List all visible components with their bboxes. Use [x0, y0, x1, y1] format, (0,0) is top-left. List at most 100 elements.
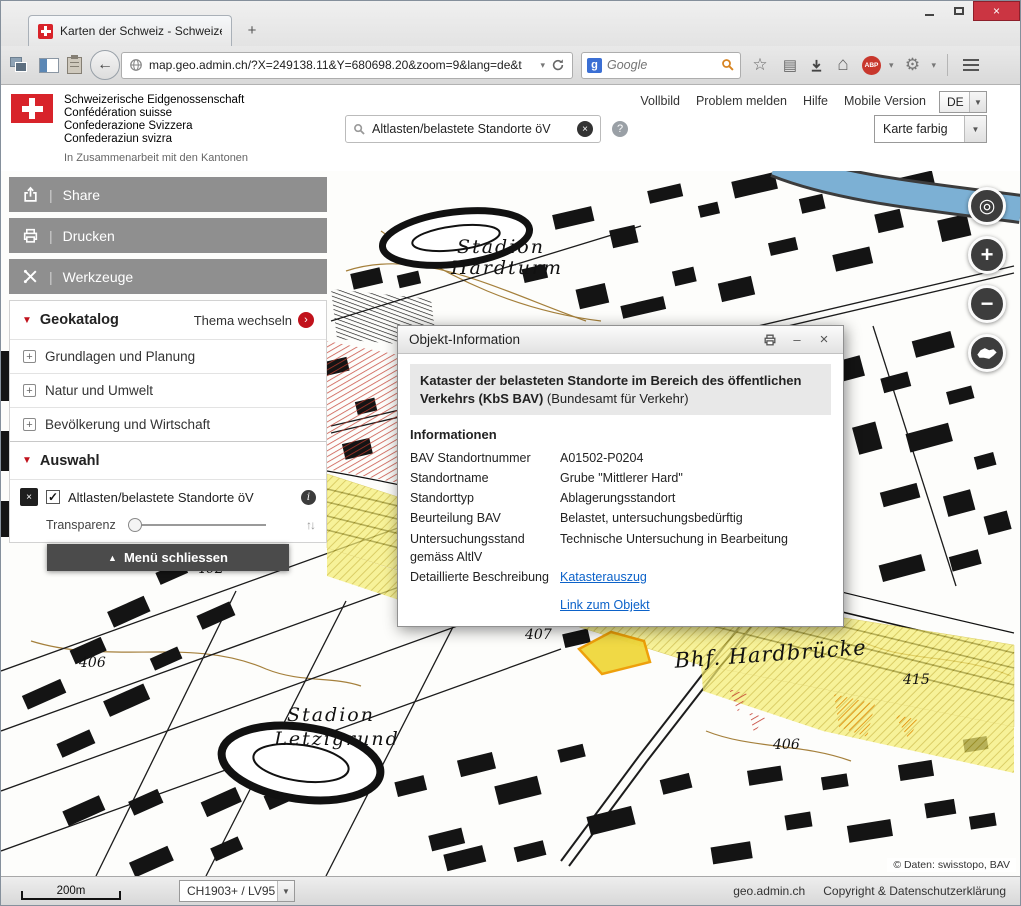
copyright-link[interactable]: Copyright & Datenschutzerklärung	[823, 884, 1006, 898]
map-search-input[interactable]	[372, 122, 571, 136]
remove-layer-icon[interactable]: ×	[20, 488, 38, 506]
help-icon[interactable]: ?	[612, 121, 628, 137]
chevron-down-icon[interactable]: ▼	[969, 92, 986, 112]
search-engine-icon[interactable]: g	[587, 58, 602, 73]
tab-title: Karten der Schweiz - Schweize...	[60, 24, 222, 38]
logo-line: Confédération suisse	[64, 107, 248, 120]
site-header: Schweizerische Eidgenossenschaft Confédé…	[1, 85, 1020, 171]
layer-checkbox[interactable]: ✓	[46, 490, 60, 504]
downloads-icon[interactable]	[809, 58, 824, 73]
map-label: Stadion	[457, 236, 545, 258]
print-button[interactable]: | Drucken	[9, 218, 327, 253]
object-info-popup: Objekt-Information – × Kataster der bela…	[397, 325, 844, 627]
close-button[interactable]: ×	[973, 1, 1020, 21]
new-tab-button[interactable]: +	[239, 19, 265, 41]
tools-button[interactable]: | Werkzeuge	[9, 259, 327, 294]
catalog-item-grundlagen[interactable]: + Grundlagen und Planung	[10, 339, 326, 373]
minimize-button[interactable]	[915, 1, 944, 21]
print-icon[interactable]	[762, 333, 778, 347]
switzerland-overview-button[interactable]	[968, 334, 1006, 372]
language-select[interactable]: DE ▼	[939, 91, 987, 113]
layer-info-icon[interactable]: i	[301, 490, 316, 505]
browser-window: Karten der Schweiz - Schweize... + × ← m…	[0, 0, 1021, 906]
close-menu-button[interactable]: ▲ Menü schliessen	[47, 544, 289, 571]
link-problem-melden[interactable]: Problem melden	[696, 94, 787, 108]
catalog-item-bevoelkerung[interactable]: + Bevölkerung und Wirtschaft	[10, 407, 326, 441]
share-button[interactable]: | Share	[9, 177, 327, 212]
adblock-icon[interactable]: ABP	[862, 56, 881, 75]
magnifier-icon[interactable]	[721, 58, 735, 72]
url-dropdown-icon[interactable]: ▾	[540, 60, 545, 71]
globe-icon	[129, 58, 143, 72]
addon-gear-caret-icon[interactable]: ▾	[932, 60, 937, 71]
close-icon[interactable]: ×	[816, 331, 832, 348]
confederation-logo: Schweizerische Eidgenossenschaft Confédé…	[11, 94, 248, 164]
info-row: Beurteilung BAV Belastet, untersuchungsb…	[410, 509, 831, 527]
expand-icon[interactable]: +	[23, 350, 36, 363]
transparency-slider[interactable]	[128, 518, 266, 533]
titlebar: Karten der Schweiz - Schweize... + ×	[1, 1, 1020, 46]
expand-icon[interactable]: +	[23, 384, 36, 397]
link-mobile-version[interactable]: Mobile Version	[844, 94, 926, 108]
link-vollbild[interactable]: Vollbild	[640, 94, 680, 108]
reorder-layer-icon[interactable]: ↑↓	[306, 518, 314, 532]
adblock-caret-icon[interactable]: ▾	[889, 60, 894, 71]
geoadmin-link[interactable]: geo.admin.ch	[733, 884, 805, 898]
informationen-title: Informationen	[410, 427, 831, 442]
map-search-field[interactable]: ×	[345, 115, 601, 143]
catalog-item-natur[interactable]: + Natur und Umwelt	[10, 373, 326, 407]
chevron-down-icon[interactable]: ▼	[964, 116, 986, 142]
browser-tab[interactable]: Karten der Schweiz - Schweize...	[28, 15, 232, 46]
geokatalog-header[interactable]: ▼ Geokatalog Thema wechseln ›	[10, 301, 326, 339]
map-style-select[interactable]: Karte farbig ▼	[874, 115, 987, 143]
tools-icon	[22, 268, 39, 285]
url-bar[interactable]: map.geo.admin.ch/?X=249138.11&Y=680698.2…	[121, 52, 573, 79]
back-button[interactable]: ←	[90, 50, 120, 80]
auswahl-header[interactable]: ▼ Auswahl	[10, 441, 326, 479]
logo-line: Confederazione Svizzera	[64, 120, 248, 133]
projection-select[interactable]: CH1903+ / LV95 ▼	[179, 880, 295, 902]
home-icon[interactable]: ⌂	[832, 54, 854, 76]
thema-wechseln-link[interactable]: Thema wechseln ›	[194, 312, 314, 328]
clear-search-icon[interactable]: ×	[577, 121, 593, 137]
maximize-button[interactable]	[944, 1, 973, 21]
geolocate-button[interactable]: ◎	[968, 187, 1006, 225]
browser-search-input[interactable]	[607, 58, 716, 72]
addon-icon-1[interactable]	[9, 56, 31, 74]
map-area: Stadion Hardturm Bhf. Hardbrücke Stadion…	[1, 171, 1020, 876]
layer-row: × ✓ Altlasten/belastete Standorte öV i	[10, 479, 326, 514]
map-attribution[interactable]: © Daten: swisstopo, BAV	[887, 858, 1016, 872]
triangle-up-icon: ▲	[108, 553, 117, 563]
browser-search-box[interactable]: g	[581, 52, 741, 79]
bookmarks-panel-icon[interactable]: ▤	[779, 56, 801, 74]
sidebar: | Share | Drucken | Werkzeuge ▼ Geokat	[9, 177, 327, 571]
info-row: Untersuchungsstand gemäss AltlV Technisc…	[410, 530, 831, 566]
menu-icon[interactable]	[959, 54, 983, 76]
spot-height: 406	[772, 737, 800, 753]
link-zum-objekt[interactable]: Link zum Objekt	[560, 598, 650, 612]
printer-icon	[22, 227, 39, 244]
addon-icon-3[interactable]	[67, 57, 82, 74]
link-hilfe[interactable]: Hilfe	[803, 94, 828, 108]
map-label: Hardturm	[450, 257, 563, 279]
minimize-icon[interactable]: –	[789, 332, 805, 347]
slider-knob[interactable]	[128, 518, 142, 532]
expand-icon[interactable]: +	[23, 418, 36, 431]
reload-icon[interactable]	[551, 58, 565, 72]
zoom-in-button[interactable]: +	[968, 236, 1006, 274]
zoom-out-button[interactable]: −	[968, 285, 1006, 323]
addon-gear-icon[interactable]: ⚙	[902, 55, 924, 75]
katasterauszug-link[interactable]: Katasterauszug	[560, 570, 647, 584]
chevron-right-icon: ›	[298, 312, 314, 328]
addon-icon-2[interactable]	[39, 58, 59, 73]
bookmark-star-icon[interactable]: ☆	[749, 55, 771, 75]
logo-line: Confederaziun svizra	[64, 133, 248, 146]
chevron-down-icon[interactable]: ▼	[277, 881, 294, 901]
spot-height: 407	[524, 627, 552, 643]
geoadmin-page: Schweizerische Eidgenossenschaft Confédé…	[1, 85, 1020, 905]
switzerland-icon	[976, 346, 998, 361]
search-icon	[353, 123, 366, 136]
spot-height: 415	[902, 672, 930, 688]
popup-header[interactable]: Objekt-Information – ×	[398, 326, 843, 354]
popup-body: Kataster der belasteten Standorte im Ber…	[398, 354, 843, 626]
